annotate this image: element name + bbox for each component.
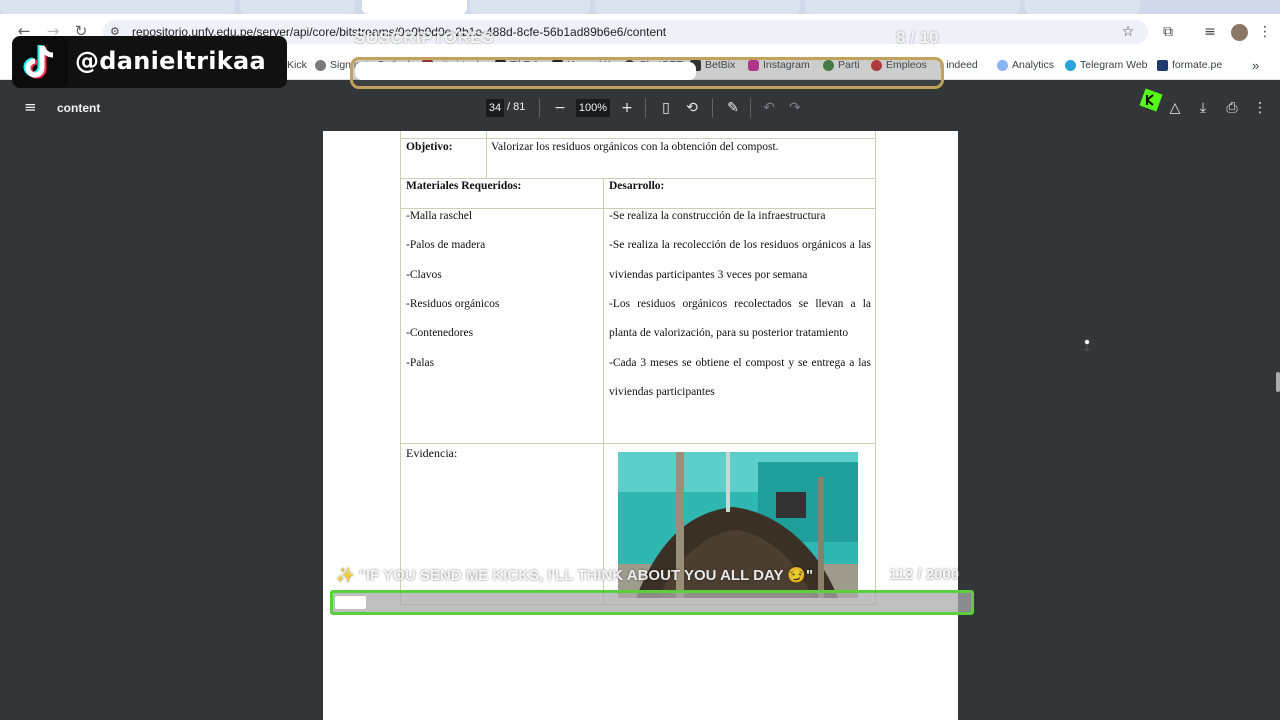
pdf-toolbar [0,84,1280,131]
streamer-handle: @danieltrikaa [75,47,266,75]
extensions-icon[interactable]: ⧉ [1159,23,1177,41]
divider [712,98,713,118]
subscribers-progress-fill [355,62,696,80]
document-title: content [57,101,101,115]
menu-icon[interactable]: ≡ [24,99,40,115]
bookmark-indeed[interactable]: i indeed [940,58,978,72]
table-border [400,178,876,179]
mouse-cursor-icon [1084,339,1090,351]
bookmark-kick[interactable]: Kick [287,58,307,72]
more-options-icon[interactable]: ⋮ [1250,98,1270,118]
table-border [400,208,876,209]
browser-tab[interactable] [1025,0,1140,14]
materiales-header: Materiales Requeridos: [406,180,522,192]
bookmark-label: formate.pe [1172,59,1223,71]
annotate-icon[interactable]: ✎ [723,98,743,118]
materiales-item: -Palos de madera [406,239,486,251]
browser-menu-icon[interactable]: ⋮ [1256,23,1274,41]
drive-icon[interactable]: △ [1165,98,1185,118]
materiales-item: -Malla raschel [406,210,473,222]
materiales-item: -Residuos orgánicos [406,298,500,310]
page-number-input[interactable]: 34 [486,99,504,117]
print-icon[interactable]: ⎙ [1222,98,1242,118]
redo-icon[interactable]: ↷ [785,98,805,118]
bookmark-telegram[interactable]: Telegram Web [1065,58,1148,72]
browser-tab[interactable] [595,0,800,14]
divider [539,98,540,118]
more-bookmarks-button[interactable]: » [1252,58,1259,73]
tiktok-logo-icon [14,36,68,88]
subscribers-goal-count: 8 / 10 [896,28,939,47]
table-border [400,443,876,444]
table-border [400,138,876,139]
zoom-out-icon[interactable]: − [550,98,570,118]
bookmark-label: indeed [946,59,978,71]
materiales-item: -Clavos [406,269,442,281]
table-border [400,131,401,605]
undo-icon[interactable]: ↶ [759,98,779,118]
kicks-progress-bar [330,590,974,615]
materiales-item: -Palas [406,357,435,369]
kicks-goal-text: ✨ "IF YOU SEND ME KICKS, I'LL THINK ABOU… [336,567,814,584]
kicks-goal-count: 112 / 2000 [889,566,960,583]
browser-tab-active[interactable] [362,0,467,14]
globe-icon [315,59,326,71]
scrollbar-thumb[interactable] [1276,372,1280,392]
rotate-icon[interactable]: ⟲ [682,98,702,118]
divider [645,98,646,118]
evidencia-label: Evidencia: [406,446,458,460]
bookmark-label: Analytics [1012,59,1055,71]
subscribers-goal-label: SUSCRIPTORES [354,28,494,47]
browser-tab[interactable] [470,0,590,14]
desarrollo-line: planta de valorización, para su posterio… [609,327,849,339]
formate-icon [1157,59,1168,71]
desarrollo-line: -Se realiza la recolección de los residu… [609,239,871,251]
table-border [603,178,604,605]
zoom-level-input[interactable]: 100% [576,99,610,117]
bookmark-label: Telegram Web [1080,59,1148,71]
desarrollo-line: -Los residuos orgánicos recolectados se … [609,298,871,310]
desarrollo-line: viviendas participantes 3 veces por sema… [609,269,808,281]
telegram-icon [1065,59,1076,71]
divider [750,98,751,118]
desarrollo-line: -Se realiza la construcción de la infrae… [609,210,826,222]
tab-strip [0,0,1280,14]
desarrollo-header: Desarrollo: [609,180,665,192]
fit-page-icon[interactable]: ▯ [656,98,676,118]
zoom-in-icon[interactable]: + [617,98,637,118]
kick-logo-icon [1139,88,1163,112]
table-border [875,131,876,605]
objetivo-label: Objetivo: [406,141,453,153]
desarrollo-line: -Cada 3 meses se obtiene el compost y se… [609,357,871,369]
desarrollo-line: viviendas participantes [609,386,715,398]
browser-tab[interactable] [240,0,355,14]
browser-tab[interactable] [0,0,235,14]
materiales-item: -Contenedores [406,327,474,339]
page-total: / 81 [507,101,526,113]
scrollbar[interactable] [1273,131,1280,720]
profile-avatar[interactable] [1231,24,1248,41]
download-icon[interactable]: ⤓ [1193,98,1213,118]
bookmark-formate[interactable]: formate.pe [1157,58,1222,72]
kicks-progress-fill [335,596,366,609]
browser-tab[interactable] [805,0,1020,14]
media-controls-icon[interactable]: ≡ [1201,23,1219,41]
objetivo-text: Valorizar los residuos orgánicos con la … [491,141,779,153]
analytics-icon [997,59,1008,71]
bookmark-label: Kick [287,59,307,71]
bookmark-analytics[interactable]: Analytics [997,58,1054,72]
bookmark-star-icon[interactable]: ☆ [1119,23,1137,41]
